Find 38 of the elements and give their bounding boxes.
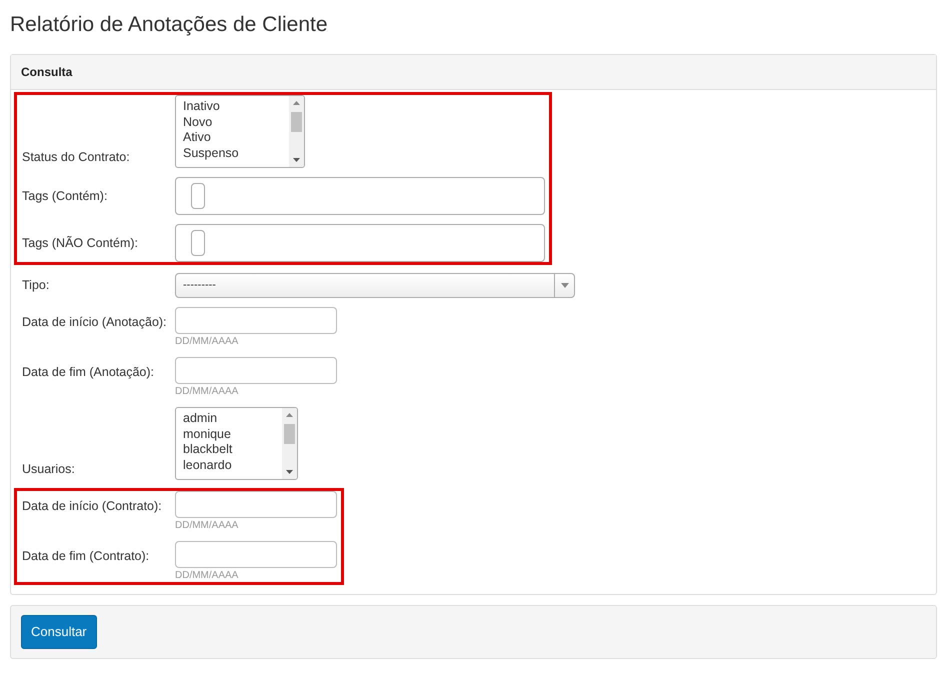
date-format-hint: DD/MM/AAAA [175, 386, 240, 398]
listbox[interactable]: Inativo Novo Ativo Suspenso [175, 95, 305, 168]
field-label: Tags (NÃO Contém): [22, 234, 140, 252]
list-option[interactable]: blackbelt [183, 442, 232, 458]
scrollbar[interactable] [288, 96, 304, 168]
list-option[interactable]: leonardo [183, 458, 232, 474]
list-option[interactable]: monique [183, 426, 232, 442]
list-option[interactable]: Novo [183, 114, 239, 130]
tag-chip [191, 183, 205, 210]
tag-input-field[interactable] [175, 177, 545, 216]
field-label: Data de fim (Contrato): [22, 548, 150, 566]
tag-input-field[interactable] [175, 224, 545, 262]
date-format-hint: DD/MM/AAAA [175, 520, 240, 532]
consult-button[interactable]: Consultar [21, 615, 97, 649]
field-label: Usuarios: [22, 461, 76, 478]
panel-header: Consulta [11, 55, 936, 90]
date-field[interactable] [175, 307, 337, 334]
date-field[interactable] [175, 357, 337, 384]
scrollbar[interactable] [282, 408, 298, 480]
field-label: Data de início (Contrato): [22, 498, 163, 516]
list-option[interactable]: admin [183, 411, 232, 427]
field-label: Data de fim (Anotação): [22, 364, 156, 382]
field-label: Data de início (Anotação): [22, 314, 168, 332]
page-title: Relatório de Anotações de Cliente [10, 12, 329, 38]
list-option[interactable]: Suspenso [183, 146, 239, 162]
listbox[interactable]: admin monique blackbelt leonardo [175, 407, 298, 480]
tag-chip [191, 230, 205, 256]
date-field[interactable] [175, 491, 337, 518]
type-dropdown[interactable]: --------- [175, 273, 575, 298]
list-option[interactable]: Ativo [183, 130, 239, 146]
field-label: Tipo: [22, 277, 50, 294]
date-format-hint: DD/MM/AAAA [175, 336, 240, 348]
caret-icon [560, 283, 568, 288]
field-label: Tags (Contém): [22, 188, 108, 205]
date-format-hint: DD/MM/AAAA [175, 570, 240, 582]
field-label: Status do Contrato: [22, 149, 131, 166]
list-option[interactable]: Inativo [183, 99, 239, 115]
date-field[interactable] [175, 541, 337, 568]
